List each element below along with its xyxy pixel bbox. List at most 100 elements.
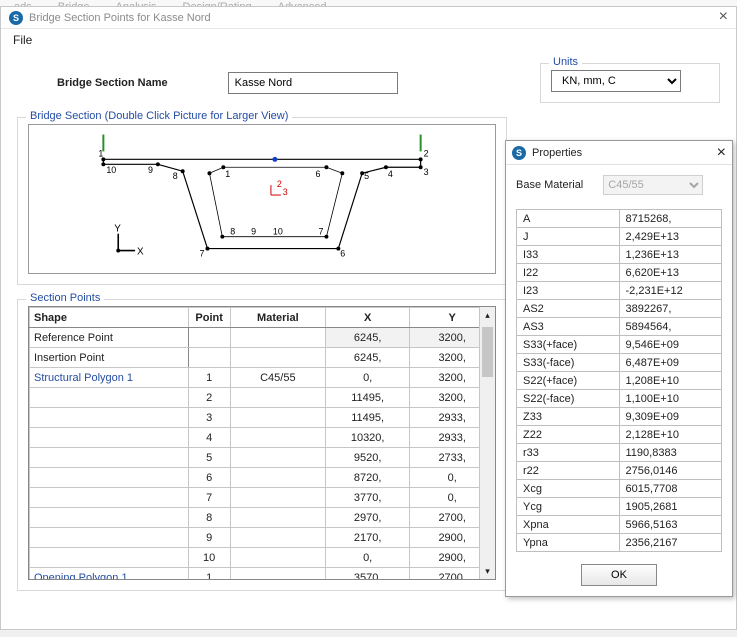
cell-point[interactable]: 7 bbox=[188, 488, 230, 508]
property-row: S33(-face)6,487E+09 bbox=[517, 354, 722, 372]
property-name: Ypna bbox=[517, 534, 620, 552]
cell-shape[interactable]: Insertion Point bbox=[30, 348, 189, 368]
table-scrollbar[interactable]: ▴ ▾ bbox=[479, 307, 495, 579]
close-icon[interactable]: × bbox=[719, 9, 728, 25]
cell-material[interactable] bbox=[230, 548, 325, 568]
column-header[interactable]: Shape bbox=[30, 308, 189, 328]
property-name: Xpna bbox=[517, 516, 620, 534]
property-value: 2,128E+10 bbox=[619, 426, 722, 444]
cell-shape[interactable]: Reference Point bbox=[30, 328, 189, 348]
cell-point[interactable]: 10 bbox=[188, 548, 230, 568]
cell-shape[interactable]: Opening Polygon 1 bbox=[30, 568, 189, 581]
cell-material[interactable] bbox=[230, 428, 325, 448]
table-row[interactable]: 82970,2700, bbox=[30, 508, 495, 528]
cell-x[interactable]: 11495, bbox=[325, 388, 410, 408]
bridge-section-picture[interactable]: 12 34 56 78 910 16 87 109 23 bbox=[28, 124, 496, 274]
table-row[interactable]: 92170,2900, bbox=[30, 528, 495, 548]
cell-material[interactable] bbox=[230, 388, 325, 408]
table-row[interactable]: Structural Polygon 11C45/550,3200, bbox=[30, 368, 495, 388]
ok-button[interactable]: OK bbox=[581, 564, 657, 586]
units-select[interactable]: KN, mm, C bbox=[551, 70, 681, 92]
table-row[interactable]: 410320,2933, bbox=[30, 428, 495, 448]
cell-point[interactable]: 2 bbox=[188, 388, 230, 408]
property-name: S33(-face) bbox=[517, 354, 620, 372]
svg-text:1: 1 bbox=[225, 169, 230, 179]
column-header[interactable]: X bbox=[325, 308, 410, 328]
cell-shape[interactable] bbox=[30, 388, 189, 408]
table-row[interactable]: 100,2900, bbox=[30, 548, 495, 568]
cell-point[interactable] bbox=[188, 328, 230, 348]
cell-shape[interactable] bbox=[30, 528, 189, 548]
svg-text:2: 2 bbox=[424, 148, 429, 158]
cell-shape[interactable] bbox=[30, 428, 189, 448]
cell-x[interactable]: 8720, bbox=[325, 468, 410, 488]
scroll-thumb[interactable] bbox=[482, 327, 493, 377]
cell-x[interactable]: 6245, bbox=[325, 328, 410, 348]
table-row[interactable]: 73770,0, bbox=[30, 488, 495, 508]
svg-text:X: X bbox=[137, 247, 144, 258]
table-row[interactable]: 59520,2733, bbox=[30, 448, 495, 468]
cell-material[interactable] bbox=[230, 448, 325, 468]
cell-point[interactable]: 8 bbox=[188, 508, 230, 528]
cell-material[interactable] bbox=[230, 408, 325, 428]
property-row: Z339,309E+09 bbox=[517, 408, 722, 426]
cell-material[interactable]: C45/55 bbox=[230, 368, 325, 388]
cell-point[interactable]: 9 bbox=[188, 528, 230, 548]
cell-x[interactable]: 11495, bbox=[325, 408, 410, 428]
cell-x[interactable]: 2170, bbox=[325, 528, 410, 548]
svg-text:10: 10 bbox=[106, 165, 116, 175]
cell-point[interactable]: 5 bbox=[188, 448, 230, 468]
cell-material[interactable] bbox=[230, 488, 325, 508]
table-row[interactable]: 311495,2933, bbox=[30, 408, 495, 428]
cell-material[interactable] bbox=[230, 468, 325, 488]
cell-point[interactable]: 1 bbox=[188, 368, 230, 388]
cell-point[interactable]: 4 bbox=[188, 428, 230, 448]
cell-material[interactable] bbox=[230, 328, 325, 348]
cell-shape[interactable] bbox=[30, 488, 189, 508]
column-header[interactable]: Material bbox=[230, 308, 325, 328]
table-row[interactable]: Opening Polygon 113570,2700, bbox=[30, 568, 495, 581]
cell-shape[interactable] bbox=[30, 408, 189, 428]
cell-point[interactable] bbox=[188, 348, 230, 368]
property-value: -2,231E+12 bbox=[619, 282, 722, 300]
table-row[interactable]: Insertion Point6245,3200, bbox=[30, 348, 495, 368]
close-icon[interactable]: × bbox=[717, 144, 726, 162]
cell-material[interactable] bbox=[230, 568, 325, 581]
cell-x[interactable]: 2970, bbox=[325, 508, 410, 528]
property-name: A bbox=[517, 210, 620, 228]
cell-material[interactable] bbox=[230, 528, 325, 548]
scroll-down-icon[interactable]: ▾ bbox=[480, 563, 495, 579]
cell-x[interactable]: 6245, bbox=[325, 348, 410, 368]
cell-x[interactable]: 3770, bbox=[325, 488, 410, 508]
table-row[interactable]: 68720,0, bbox=[30, 468, 495, 488]
cell-material[interactable] bbox=[230, 348, 325, 368]
base-material-select[interactable]: C45/55 bbox=[603, 175, 703, 195]
property-name: J bbox=[517, 228, 620, 246]
column-header[interactable]: Point bbox=[188, 308, 230, 328]
cell-point[interactable]: 1 bbox=[188, 568, 230, 581]
cell-shape[interactable] bbox=[30, 468, 189, 488]
units-label: Units bbox=[549, 56, 582, 68]
section-points-table[interactable]: ShapePointMaterialXY Reference Point6245… bbox=[29, 307, 495, 580]
table-row[interactable]: Reference Point6245,3200, bbox=[30, 328, 495, 348]
cell-shape[interactable] bbox=[30, 448, 189, 468]
cell-x[interactable]: 9520, bbox=[325, 448, 410, 468]
cell-shape[interactable]: Structural Polygon 1 bbox=[30, 368, 189, 388]
section-name-input[interactable] bbox=[228, 72, 398, 94]
file-menu[interactable]: File bbox=[1, 29, 736, 49]
cell-point[interactable]: 3 bbox=[188, 408, 230, 428]
cell-shape[interactable] bbox=[30, 548, 189, 568]
cell-point[interactable]: 6 bbox=[188, 468, 230, 488]
cell-x[interactable]: 3570, bbox=[325, 568, 410, 581]
cell-material[interactable] bbox=[230, 508, 325, 528]
cell-shape[interactable] bbox=[30, 508, 189, 528]
cell-x[interactable]: 0, bbox=[325, 548, 410, 568]
property-row: I331,236E+13 bbox=[517, 246, 722, 264]
table-row[interactable]: 211495,3200, bbox=[30, 388, 495, 408]
properties-table: A8715268,J2,429E+13I331,236E+13I226,620E… bbox=[516, 209, 722, 552]
cell-x[interactable]: 0, bbox=[325, 368, 410, 388]
cell-x[interactable]: 10320, bbox=[325, 428, 410, 448]
scroll-up-icon[interactable]: ▴ bbox=[480, 307, 495, 323]
property-value: 1190,8383 bbox=[619, 444, 722, 462]
svg-text:3: 3 bbox=[424, 167, 429, 177]
